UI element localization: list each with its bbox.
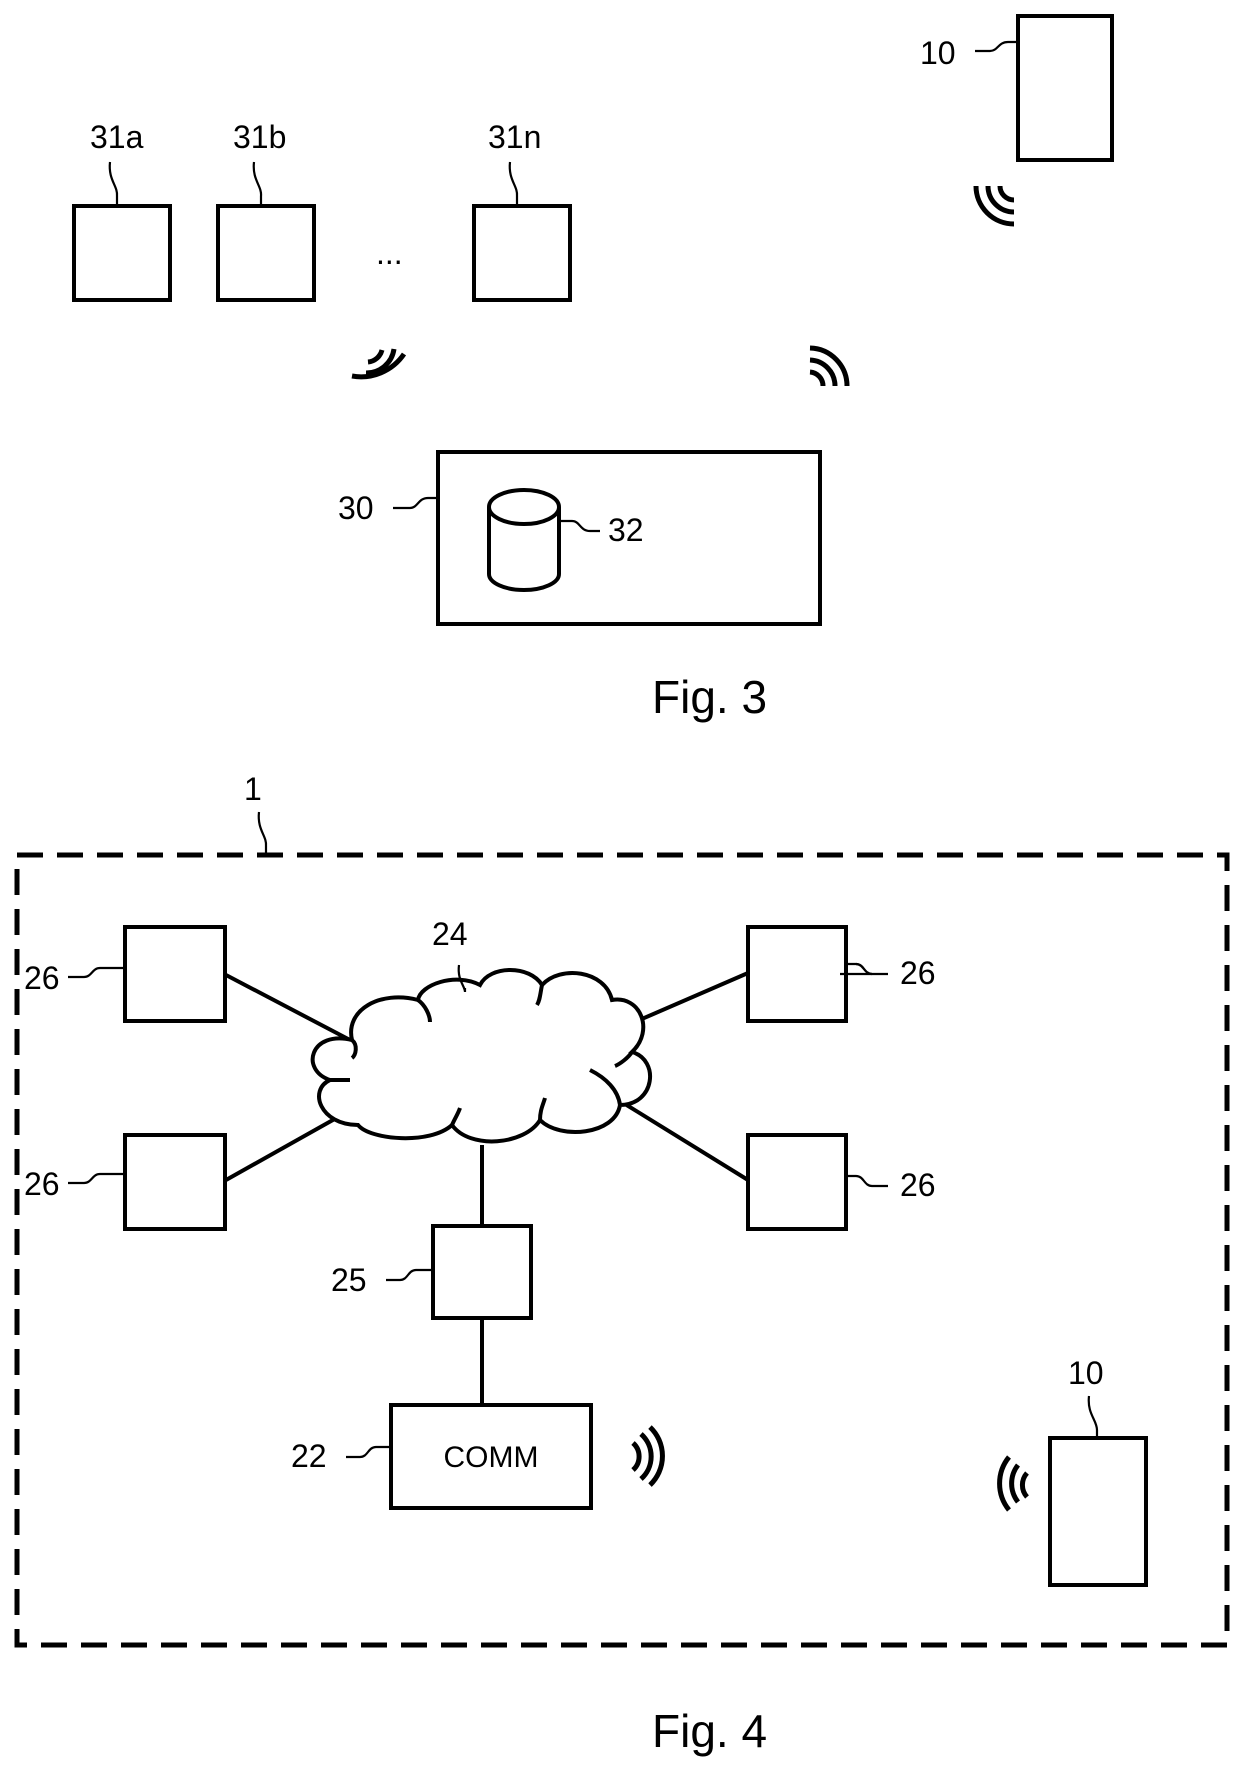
- wireless-signal-icon: [351, 348, 407, 380]
- node-box: [746, 925, 848, 1023]
- mobile-device-10: 10: [920, 14, 1114, 227]
- server-30: 30 32: [338, 450, 822, 626]
- node-26-bottom-right: 26: [746, 1133, 936, 1231]
- figure-caption: Fig. 3: [652, 671, 767, 723]
- node-box: [123, 1133, 227, 1231]
- leader-line: [855, 962, 888, 976]
- node-box: [123, 925, 227, 1023]
- leader-line: [257, 811, 268, 855]
- gateway-box: [431, 1224, 533, 1320]
- database-32-icon: [487, 488, 561, 592]
- wireless-signal-icon: [631, 1425, 665, 1487]
- ref-label-26: 26: [24, 960, 60, 996]
- node-26-top-left: 26: [24, 925, 227, 1023]
- device-31a: 31a: [72, 119, 172, 302]
- mobile-device-box: [1048, 1436, 1148, 1587]
- leader-line: [393, 496, 438, 510]
- node-26-top-right: 26: [746, 925, 936, 1023]
- leader-line: [252, 161, 263, 206]
- device-box: [72, 204, 172, 302]
- ref-label-10: 10: [1068, 1355, 1104, 1391]
- figure-caption: Fig. 4: [652, 1705, 767, 1757]
- ref-label-10: 10: [920, 35, 956, 71]
- leader-line: [975, 40, 1018, 53]
- node-box: [746, 1133, 848, 1231]
- device-box: [472, 204, 572, 302]
- leader-line: [68, 966, 125, 979]
- ref-label-1: 1: [244, 771, 262, 807]
- leader-line: [108, 161, 119, 206]
- ref-label-26: 26: [24, 1166, 60, 1202]
- ref-label-22: 22: [291, 1438, 327, 1474]
- ref-label-25: 25: [331, 1262, 367, 1298]
- comm-unit-22: COMM 22: [291, 1403, 665, 1510]
- ref-label-26: 26: [900, 1167, 936, 1203]
- link: [225, 1114, 341, 1182]
- link: [627, 971, 749, 1027]
- ref-label-32: 32: [608, 512, 644, 548]
- leader-line: [386, 1268, 433, 1282]
- patent-drawing: 31a 31b ... 31n 10 30 32 Fig. 3 1 24 26 …: [14, 14, 1230, 1757]
- node-26-bottom-left: 26: [24, 1133, 227, 1231]
- leader-line: [346, 1445, 391, 1459]
- leader-line: [68, 1172, 125, 1185]
- figure-3: 31a 31b ... 31n 10 30 32 Fig. 3: [72, 14, 1114, 723]
- ellipsis: ...: [376, 235, 403, 271]
- wireless-signal-icon: [973, 185, 1015, 227]
- leader-line: [508, 161, 519, 206]
- network-cloud-24-icon: [310, 968, 653, 1144]
- ref-label-31a: 31a: [90, 119, 144, 155]
- figure-4: 1 24 26 26 26 26 25 COMM 22 10 Fig. 4: [14, 771, 1230, 1757]
- wireless-signal-icon: [809, 345, 850, 387]
- link: [623, 1102, 750, 1182]
- wireless-signal-icon: [997, 1455, 1029, 1512]
- leader-line: [846, 1174, 888, 1188]
- comm-label: COMM: [444, 1441, 539, 1474]
- leader-line: [1087, 1395, 1099, 1438]
- mobile-device-box: [1016, 14, 1114, 162]
- device-box: [216, 204, 316, 302]
- ref-label-31b: 31b: [233, 119, 286, 155]
- ref-label-31n: 31n: [488, 119, 541, 155]
- device-31b: 31b: [216, 119, 316, 302]
- ref-label-30: 30: [338, 490, 374, 526]
- link: [225, 973, 351, 1042]
- device-31n: 31n: [472, 119, 572, 302]
- mobile-device-10: 10: [997, 1355, 1148, 1587]
- gateway-25: 25: [331, 1224, 533, 1320]
- ref-label-26: 26: [900, 955, 936, 991]
- ref-label-24: 24: [432, 916, 468, 952]
